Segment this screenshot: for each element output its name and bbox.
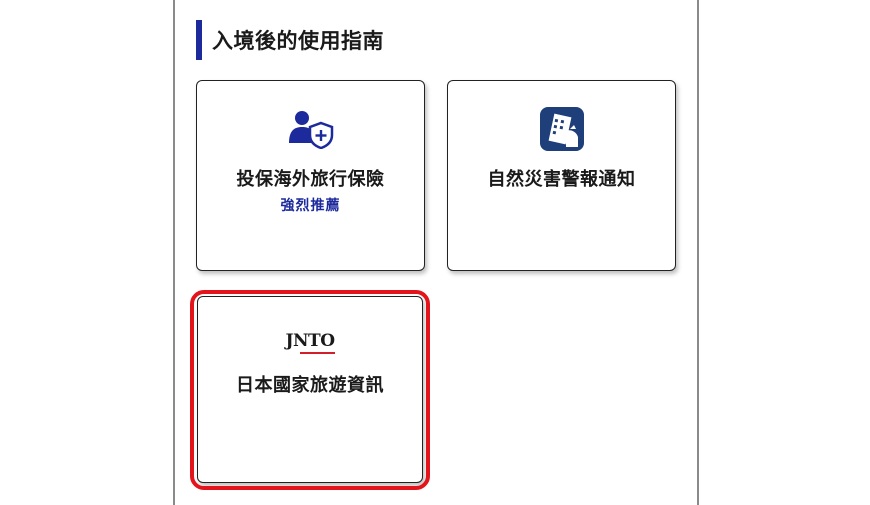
jnto-logo-text: JNTO xyxy=(285,331,335,351)
header-accent-bar xyxy=(196,20,202,60)
disaster-alert-icon xyxy=(539,107,584,151)
card-jnto-info[interactable]: JNTO 日本國家旅遊資訊 xyxy=(197,296,423,483)
person-shield-icon xyxy=(288,107,334,151)
jnto-logo-underline xyxy=(300,352,336,354)
card-label: 日本國家旅遊資訊 xyxy=(236,375,384,396)
section-header: 入境後的使用指南 xyxy=(196,20,384,60)
screen-right-border xyxy=(697,0,699,505)
recommended-badge: 強烈推薦 xyxy=(280,198,341,214)
card-label: 投保海外旅行保險 xyxy=(236,169,385,190)
card-label: 自然災害警報通知 xyxy=(487,169,636,190)
jnto-logo: JNTO xyxy=(285,329,336,354)
section-title: 入境後的使用指南 xyxy=(212,29,384,53)
card-disaster-alert[interactable]: 自然災害警報通知 xyxy=(447,80,676,271)
card-travel-insurance[interactable]: 投保海外旅行保險 強烈推薦 xyxy=(196,80,425,271)
screen-left-border xyxy=(173,0,175,505)
